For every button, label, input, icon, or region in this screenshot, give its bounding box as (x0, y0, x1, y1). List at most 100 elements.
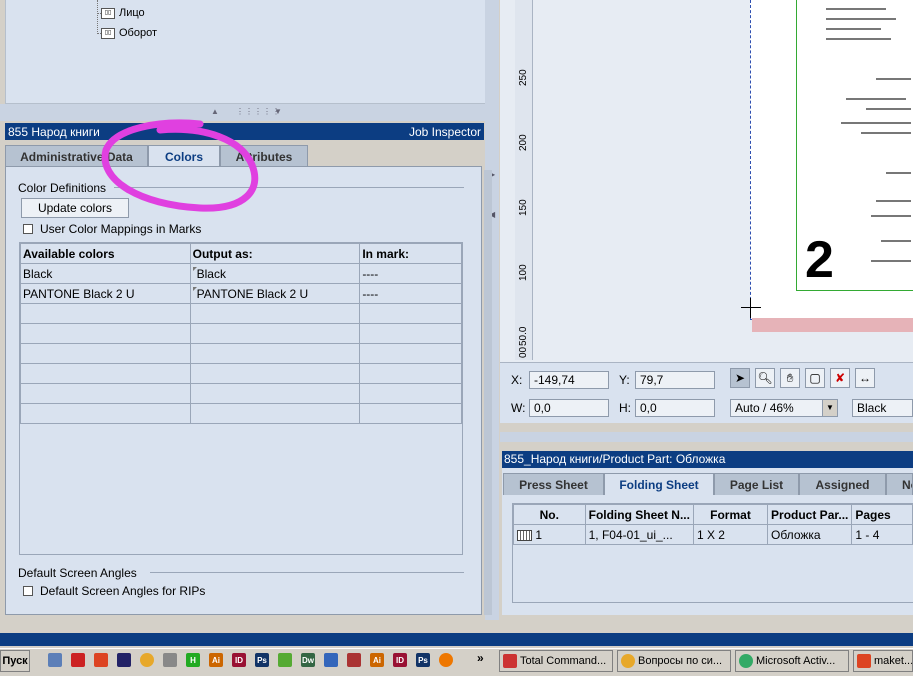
puzzle-icon[interactable] (347, 653, 361, 667)
horizontal-splitter[interactable] (500, 432, 913, 442)
zoom-tool-button[interactable]: 🔍︎ (755, 368, 775, 388)
table-row[interactable] (20, 363, 462, 384)
delete-mark-button[interactable]: ✘ (830, 368, 850, 388)
column-header[interactable]: Format (692, 504, 769, 525)
measure-icon: ↔ (859, 371, 871, 385)
in-mark-cell[interactable]: ---- (359, 263, 462, 284)
column-header[interactable]: Output as: (189, 243, 361, 264)
text-line (826, 18, 896, 20)
calculator-icon[interactable] (48, 653, 62, 667)
output-as-cell[interactable]: PANTONE Black 2 U (189, 283, 361, 304)
y-field[interactable]: 79,7 (635, 371, 715, 389)
pdf-icon[interactable] (94, 653, 108, 667)
tab-folding-sheet[interactable]: Folding Sheet (604, 473, 714, 495)
taskbar-chrome[interactable]: Вопросы по си... (617, 650, 731, 672)
chevron-down-icon[interactable]: ▼ (822, 400, 837, 416)
available-color-cell[interactable]: Black (20, 263, 191, 284)
photoshop-icon[interactable]: Ps (255, 653, 269, 667)
crop-mark (750, 298, 751, 318)
taskbar-maket[interactable]: maket... (853, 650, 913, 672)
chrome-icon[interactable] (140, 653, 154, 667)
tab-label: Colors (164, 150, 203, 164)
column-header[interactable]: No. (513, 504, 586, 525)
firefox-icon[interactable] (439, 653, 453, 667)
table-row[interactable] (20, 383, 462, 404)
app-icon[interactable] (324, 653, 338, 667)
format-cell[interactable]: 1 X 2 (692, 524, 769, 545)
tree-item-front[interactable]: ▯▯ Лицо (101, 7, 145, 19)
column-header[interactable]: Product Par... (767, 504, 853, 525)
user-color-mappings-checkbox[interactable] (23, 224, 33, 234)
chevron-right-icon[interactable]: » (477, 651, 484, 665)
measure-tool-button[interactable]: ↔ (855, 368, 875, 388)
zoom-select[interactable]: Auto / 46% ▼ (730, 399, 838, 417)
available-color-cell[interactable]: PANTONE Black 2 U (20, 283, 191, 304)
column-header[interactable]: Folding Sheet N... (584, 504, 694, 525)
tree-item-back[interactable]: ▯▯ Оборот (101, 27, 157, 39)
product-part-cell[interactable]: Обложка (767, 524, 853, 545)
text-line (846, 98, 906, 100)
tab-not-assigned[interactable]: Not (886, 473, 913, 495)
illustrator-icon[interactable]: Ai (209, 653, 223, 667)
photoshop-icon[interactable]: Ps (416, 653, 430, 667)
height-field[interactable]: 0,0 (635, 399, 715, 417)
color-select[interactable]: Black (852, 399, 913, 417)
table-row[interactable]: Black Black ---- (20, 263, 462, 284)
column-header[interactable]: Pages (851, 504, 913, 525)
h-app-icon[interactable]: H (186, 653, 200, 667)
in-mark-cell[interactable]: ---- (359, 283, 462, 304)
page-icon: ▯▯ (101, 7, 115, 19)
number-cell[interactable]: 1 (513, 524, 586, 545)
hand-icon: ✋︎ (786, 370, 794, 385)
bridge-icon[interactable] (278, 653, 292, 667)
tab-attributes[interactable]: Attributes (220, 145, 308, 167)
pointer-tool-button[interactable]: ➤ (730, 368, 750, 388)
trim-line (796, 290, 913, 291)
table-row[interactable]: PANTONE Black 2 U PANTONE Black 2 U ---- (20, 283, 462, 304)
dreamweaver-icon[interactable]: Dw (301, 653, 315, 667)
tree-item-label: Лицо (119, 7, 145, 19)
table-row[interactable] (20, 343, 462, 364)
arrow-app-icon[interactable] (71, 653, 85, 667)
panel-scrollbar[interactable] (484, 170, 492, 615)
illustrator-icon[interactable]: Ai (370, 653, 384, 667)
table-row[interactable] (20, 303, 462, 324)
table-row[interactable] (20, 323, 462, 344)
tab-assigned[interactable]: Assigned (799, 473, 886, 495)
tab-page-list[interactable]: Page List (714, 473, 799, 495)
task-label: Total Command... (520, 655, 607, 667)
table-row[interactable]: 1 1, F04-01_ui_... 1 X 2 Обложка 1 - 4 (513, 524, 913, 545)
ruler-tick-label: 100 (518, 264, 529, 281)
start-button[interactable]: Пуск (0, 650, 30, 672)
ruler-tick-label: 250 (518, 69, 529, 86)
default-screen-angles-checkbox[interactable] (23, 586, 33, 596)
collapse-up-icon[interactable]: ▲ (211, 107, 219, 116)
screen-angles-title: Default Screen Angles (18, 566, 137, 580)
taskbar-total-commander[interactable]: Total Command... (499, 650, 613, 672)
indesign-icon[interactable]: ID (232, 653, 246, 667)
horizontal-splitter[interactable]: ▲ ⋮⋮⋮⋮⋮ ▼ (0, 104, 492, 121)
column-header[interactable]: In mark: (359, 243, 462, 264)
color-definitions-title: Color Definitions (18, 181, 107, 195)
crop-tool-button[interactable]: ▢ (805, 368, 825, 388)
save-icon[interactable] (117, 653, 131, 667)
network-icon[interactable] (163, 653, 177, 667)
tab-colors[interactable]: Colors (148, 145, 220, 168)
x-field[interactable]: -149,74 (529, 371, 609, 389)
tab-administrative-data[interactable]: Administrative Data (5, 145, 148, 167)
color-table: Available colors Output as: In mark: Bla… (20, 243, 462, 424)
column-header[interactable]: Available colors (20, 243, 191, 264)
table-row[interactable] (20, 403, 462, 424)
taskbar-microsoft-activ[interactable]: Microsoft Activ... (735, 650, 849, 672)
cell-text: 1 (535, 527, 543, 542)
output-as-cell[interactable]: Black (189, 263, 361, 284)
indesign-icon[interactable]: ID (393, 653, 407, 667)
hand-tool-button[interactable]: ✋︎ (780, 368, 800, 388)
folding-sheet-cell[interactable]: 1, F04-01_ui_... (584, 524, 694, 545)
pdf-icon (857, 654, 871, 668)
update-colors-button[interactable]: Update colors (21, 198, 129, 218)
pages-cell[interactable]: 1 - 4 (851, 524, 913, 545)
tab-press-sheet[interactable]: Press Sheet (503, 473, 604, 495)
width-field[interactable]: 0,0 (529, 399, 609, 417)
collapse-down-icon[interactable]: ▼ (274, 107, 282, 116)
